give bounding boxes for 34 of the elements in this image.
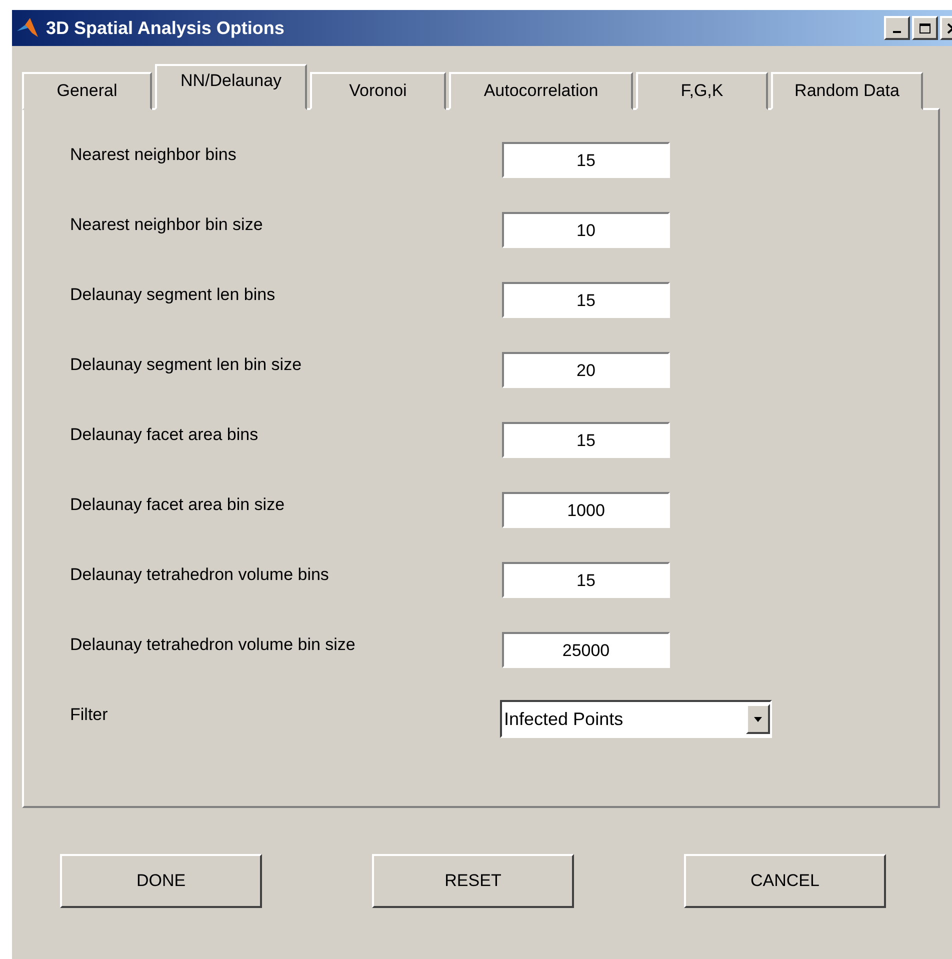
input-field[interactable]: 15 xyxy=(502,562,670,598)
input-field[interactable]: 25000 xyxy=(502,632,670,668)
field-label: Nearest neighbor bin size xyxy=(70,214,264,236)
action-button[interactable]: CANCEL xyxy=(684,854,886,908)
field-label: Delaunay segment len bins xyxy=(70,284,276,306)
field-label: Delaunay facet area bin size xyxy=(70,494,286,516)
app-icon xyxy=(16,17,40,39)
field-label: Delaunay facet area bins xyxy=(70,424,260,446)
tab[interactable]: Voronoi xyxy=(310,72,446,110)
tab[interactable]: Autocorrelation xyxy=(449,72,633,110)
field-label: Delaunay tetrahedron volume bins xyxy=(70,564,330,586)
dropdown-arrow-icon xyxy=(754,716,762,722)
field-label: Delaunay tetrahedron volume bin size xyxy=(70,634,356,656)
tab[interactable]: F,G,K xyxy=(636,72,768,110)
tab[interactable]: NN/Delaunay xyxy=(155,64,307,110)
input-field[interactable]: 15 xyxy=(502,142,670,178)
input-field[interactable]: 10 xyxy=(502,212,670,248)
filter-dropdown[interactable]: Infected Points xyxy=(500,700,772,738)
field-label: Nearest neighbor bins xyxy=(70,144,238,166)
action-button[interactable]: RESET xyxy=(372,854,574,908)
input-field[interactable]: 15 xyxy=(502,282,670,318)
minimize-button[interactable] xyxy=(884,16,910,40)
input-field[interactable]: 20 xyxy=(502,352,670,388)
window-title: 3D Spatial Analysis Options xyxy=(46,16,284,40)
input-field[interactable]: 1000 xyxy=(502,492,670,528)
field-label: Filter xyxy=(70,704,109,726)
action-button[interactable]: DONE xyxy=(60,854,262,908)
maximize-icon xyxy=(919,22,931,34)
maximize-button[interactable] xyxy=(912,16,938,40)
minimize-icon xyxy=(893,31,901,33)
input-field[interactable]: 15 xyxy=(502,422,670,458)
tab[interactable]: General xyxy=(22,72,152,110)
tab[interactable]: Random Data xyxy=(771,72,923,110)
field-label: Delaunay segment len bin size xyxy=(70,354,303,376)
